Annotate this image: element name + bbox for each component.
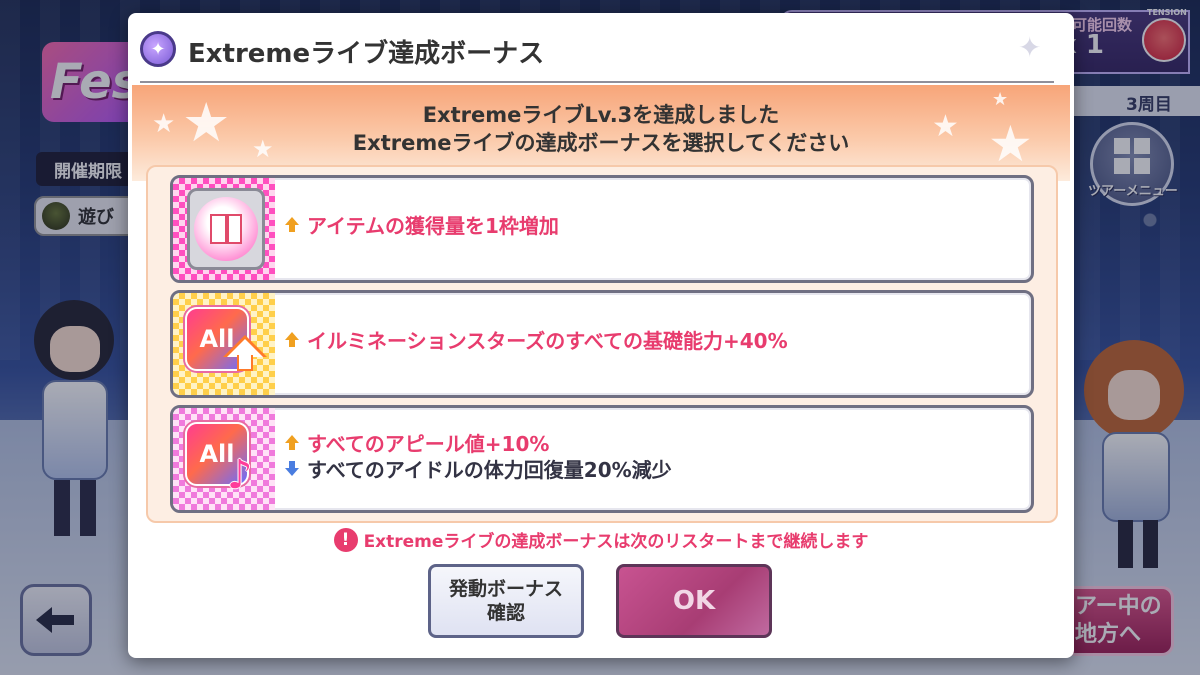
arrow-down-icon: [285, 460, 299, 477]
banner-line-select: Extremeライブの達成ボーナスを選択してください: [352, 131, 850, 155]
arrow-up-icon: [285, 216, 299, 233]
extreme-bonus-dialog: ✦ Extremeライブ達成ボーナス ✦ ★ ★ ★ ★ ★ ★ Extreme…: [128, 13, 1074, 658]
effect-text: すべてのアピール値+10%: [307, 432, 550, 456]
effect-text: イルミネーションスターズのすべての基礎能力+40%: [307, 329, 788, 353]
effect-line: すべてのアイドルの体力回復量20%減少: [285, 454, 672, 483]
bonus-options-list: アイテムの獲得量を1枠増加 All イルミネーションスターズのすべての基礎能力+…: [146, 165, 1058, 523]
header-divider: [140, 81, 1054, 83]
effect-text: アイテムの獲得量を1枠増加: [307, 214, 559, 238]
ok-button[interactable]: OK: [616, 564, 772, 638]
effect-line: イルミネーションスターズのすべての基礎能力+40%: [285, 325, 788, 354]
button-label-line1: 発動ボーナス: [448, 578, 563, 600]
effect-line: アイテムの獲得量を1枠増加: [285, 210, 559, 239]
effect-line: すべてのアピール値+10%: [285, 428, 549, 457]
bonus-option-item-amount[interactable]: アイテムの獲得量を1枠増加: [170, 175, 1034, 283]
option-thumbnail: All ♪: [173, 408, 275, 510]
notice-text: Extremeライブの達成ボーナスは次のリスタートまで継続します: [363, 532, 869, 552]
exclamation-icon: !: [333, 527, 358, 552]
arrow-up-icon: [285, 331, 299, 348]
continuation-notice: ! Extremeライブの達成ボーナスは次のリスタートまで継続します: [128, 527, 1074, 552]
banner-line-achieved: ExtremeライブLv.3を達成しました: [422, 103, 780, 127]
option-thumbnail: All: [173, 293, 275, 395]
dialog-title: Extremeライブ達成ボーナス: [188, 39, 545, 69]
sparkle-icon: ✦: [1018, 31, 1042, 64]
button-label-line2: 確認: [486, 602, 525, 624]
active-bonus-confirm-button[interactable]: 発動ボーナス 確認: [428, 564, 584, 638]
gift-icon: [187, 188, 265, 270]
bonus-medal-icon: ✦: [140, 31, 176, 67]
option-thumbnail: [173, 178, 275, 280]
bonus-option-appeal[interactable]: All ♪ すべてのアピール値+10% すべてのアイドルの体力回復量20%減少: [170, 405, 1034, 513]
ok-label: OK: [672, 586, 716, 616]
effect-text: すべてのアイドルの体力回復量20%減少: [307, 458, 672, 482]
music-note-icon: ♪: [227, 452, 253, 498]
arrow-up-icon: [285, 434, 299, 451]
dialog-header: ✦ Extremeライブ達成ボーナス ✦: [128, 13, 1074, 83]
bonus-option-base-ability[interactable]: All イルミネーションスターズのすべての基礎能力+40%: [170, 290, 1034, 398]
